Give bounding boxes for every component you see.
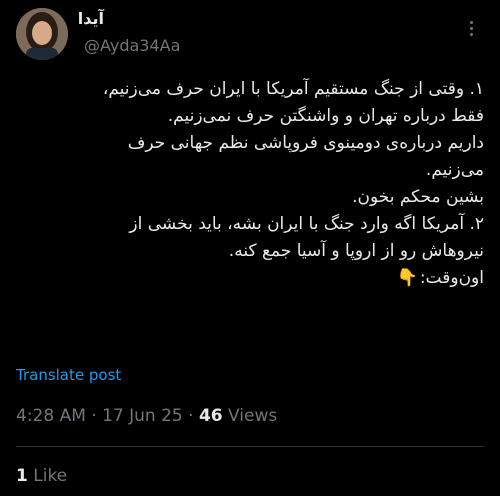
post-line: ۱. وقتی از جنگ مستقیم آمریکا با ایران حر… (102, 79, 484, 99)
author-display-name[interactable]: آیدا (78, 9, 104, 28)
post-time[interactable]: 4:28 AM (16, 406, 86, 426)
post-line: فقط درباره تهران و واشنگتن حرف نمی‌زنیم. (167, 106, 484, 126)
post-meta: 4:28 AM · 17 Jun 25 · 46 Views (16, 406, 277, 426)
likes-summary[interactable]: 1 Like (16, 466, 67, 486)
views-label: Views (228, 406, 278, 426)
pointing-down-icon: 👇 (396, 268, 418, 288)
post-line-last: اون‌وقت: 👇 (16, 265, 484, 292)
more-icon-dot (469, 20, 473, 24)
avatar[interactable] (16, 8, 68, 60)
post-line: می‌زنیم. (425, 160, 484, 180)
meta-separator: · (188, 406, 199, 426)
post-line: داریم درباره‌ی دومینوی فروپاشی نظم جهانی… (127, 133, 484, 153)
divider (16, 446, 484, 447)
views-count: 46 (198, 406, 223, 426)
post-line: اون‌وقت: (419, 268, 484, 288)
more-icon-dot (469, 26, 473, 30)
meta-separator: · (91, 406, 103, 426)
post-text: ۱. وقتی از جنگ مستقیم آمریکا با ایران حر… (16, 76, 484, 292)
post-line: بشین محکم بخون. (352, 187, 484, 207)
more-options-button[interactable] (462, 16, 480, 40)
post-line: نیروهاش رو از اروپا و آسیا جمع کنه. (228, 241, 484, 261)
avatar-image (16, 8, 68, 60)
likes-label: Like (33, 466, 68, 486)
translate-post-link[interactable]: Translate post (16, 366, 121, 384)
more-icon-dot (469, 32, 473, 36)
post-line: ۲. آمریکا اگه وارد جنگ با ایران بشه، بای… (129, 214, 484, 234)
likes-count: 1 (16, 466, 28, 486)
author-handle[interactable]: @Ayda34Aa (84, 36, 180, 55)
post-date[interactable]: 17 Jun 25 (102, 406, 183, 426)
